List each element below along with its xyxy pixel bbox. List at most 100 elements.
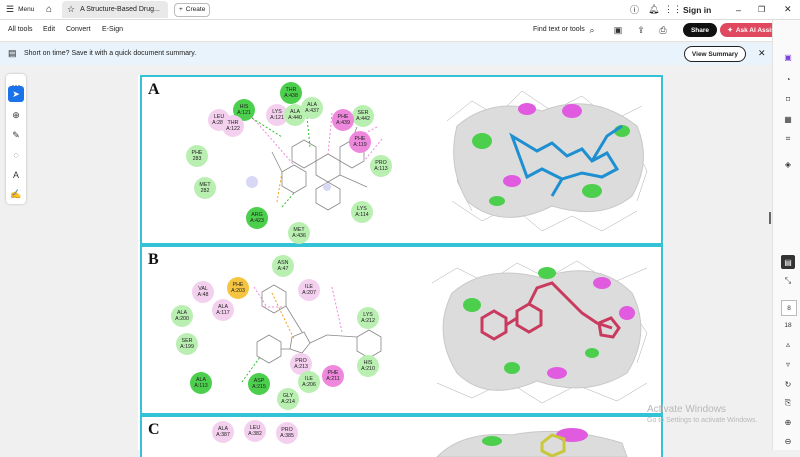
- residue-node: ALA A:387: [212, 421, 234, 443]
- ai-summary-icon[interactable]: ▣: [781, 50, 795, 64]
- summary-notice-bar: ▤ Short on time? Save it with a quick do…: [0, 43, 772, 65]
- home-icon[interactable]: ⌂: [46, 2, 52, 17]
- search-icon[interactable]: ⌕: [586, 24, 598, 36]
- residue-node: PHE A:211: [322, 365, 344, 387]
- residue-node: MET 282: [194, 177, 216, 199]
- activation-watermark: Activate Windows Go to Settings to activ…: [647, 404, 787, 434]
- residue-node: ARG A:423: [246, 207, 268, 229]
- panel-label: C: [148, 421, 160, 438]
- tab-strip: ☰ Menu ⌂ ☆ A Structure-Based Drug... + Cr…: [0, 0, 800, 20]
- panel-resize-handle[interactable]: [769, 212, 771, 224]
- share-button[interactable]: Share: [683, 23, 717, 37]
- residue-node: MET A:436: [288, 222, 310, 244]
- close-window-icon[interactable]: ✕: [784, 2, 792, 17]
- notice-text: Short on time? Save it with a quick docu…: [24, 50, 197, 57]
- residue-node: THR A:122: [222, 115, 244, 137]
- minimize-icon[interactable]: –: [736, 2, 741, 17]
- page-view-icon[interactable]: ▤: [781, 255, 795, 269]
- menu-esign[interactable]: E-Sign: [102, 26, 123, 33]
- binding-pocket-surface: [436, 428, 628, 457]
- pdf-page: A HIS A:121 THR A:438 LEU A:284 THR A:12…: [138, 75, 664, 457]
- document-tab[interactable]: ☆ A Structure-Based Drug...: [62, 1, 168, 18]
- residue-node: PHE A:203: [227, 277, 249, 299]
- residue-node: ALA A:117: [212, 299, 234, 321]
- tab-title: A Structure-Based Drug...: [80, 6, 160, 13]
- residue-node: SER A:442: [352, 105, 374, 127]
- create-label: Create: [185, 6, 206, 13]
- page-number-field[interactable]: 8: [781, 300, 797, 316]
- figure-panel-b: B ASN A:47 VAL A:48 PHE A:203 ILE A:207 …: [140, 245, 663, 415]
- scroll-up-icon[interactable]: ▵: [781, 337, 795, 351]
- bookmark-icon[interactable]: ⌑: [781, 92, 795, 106]
- residue-node: ALA A:200: [171, 305, 193, 327]
- apps-grid-icon[interactable]: ⋮⋮: [664, 2, 682, 17]
- residue-node: LYS A:114: [351, 201, 373, 223]
- page-total: 18: [784, 321, 792, 329]
- residue-node: GLY A:214: [277, 388, 299, 410]
- summary-icon: ▤: [8, 48, 17, 58]
- watermark-title: Activate Windows: [647, 404, 726, 415]
- panel-label: A: [148, 81, 160, 98]
- main-toolbar: All tools Edit Convert E-Sign Find text …: [0, 20, 800, 42]
- panel-label: B: [148, 251, 159, 268]
- select-cursor-icon[interactable]: ➤: [8, 86, 24, 102]
- scroll-down-icon[interactable]: ▿: [781, 357, 795, 371]
- sparkle-icon: ✦: [727, 27, 733, 34]
- bell-icon[interactable]: 🔔︎: [648, 2, 659, 17]
- residue-node: PHE A:439: [332, 109, 354, 131]
- layers-icon[interactable]: ◈: [781, 157, 795, 171]
- plus-icon: +: [179, 6, 183, 13]
- left-tool-palette: ⋯ ➤ ⊕ ✎ ◌ A ✍: [6, 74, 26, 204]
- save-icon[interactable]: ▣: [612, 24, 624, 36]
- residue-node: ALA A:437: [301, 97, 323, 119]
- residue-node: ILE A:207: [298, 279, 320, 301]
- attachments-icon[interactable]: ⌗: [781, 132, 795, 146]
- create-button[interactable]: + Create: [174, 2, 211, 17]
- figure-panel-a: A HIS A:121 THR A:438 LEU A:284 THR A:12…: [140, 75, 663, 245]
- zoom-comment-icon[interactable]: ⊕: [8, 107, 24, 123]
- menu-edit[interactable]: Edit: [43, 26, 55, 33]
- residue-node: SER A:199: [176, 333, 198, 355]
- figure-panel-c: C ALA A:387 LEU A:382 PRO A:385: [140, 415, 663, 457]
- comment-icon[interactable]: ◔: [781, 72, 795, 86]
- close-notice-icon[interactable]: ✕: [758, 48, 766, 59]
- thumbnails-icon[interactable]: ▦: [781, 112, 795, 126]
- hamburger-icon: ☰: [6, 4, 15, 14]
- residue-node: LEU A:382: [244, 420, 266, 442]
- residue-node: PHE A:119: [349, 131, 371, 153]
- text-box-icon[interactable]: A: [8, 167, 24, 183]
- star-icon[interactable]: ☆: [67, 4, 75, 15]
- help-icon[interactable]: ⓘ: [630, 2, 639, 17]
- menu-all-tools[interactable]: All tools: [8, 26, 33, 33]
- residue-node: VAL A:48: [192, 281, 214, 303]
- zoom-out-icon[interactable]: ⊖: [781, 434, 795, 448]
- residue-node: LYS A:212: [357, 307, 379, 329]
- residue-node: ASP A:215: [248, 373, 270, 395]
- residue-node: PRO A:113: [370, 155, 392, 177]
- residue-node: ILE A:206: [298, 371, 320, 393]
- watermark-subtitle: Go to Settings to activate Windows.: [647, 417, 758, 424]
- residue-node: THR A:438: [280, 82, 302, 104]
- print-icon[interactable]: ⎙: [657, 24, 669, 36]
- find-text-input[interactable]: Find text or tools: [533, 26, 585, 33]
- residue-node: HIS A:210: [357, 355, 379, 377]
- residue-node: ALA A:113: [190, 372, 212, 394]
- sign-in-link[interactable]: Sign in: [683, 2, 711, 17]
- right-rail: ▣ ◔ ⌑ ▦ ⌗ ◈ ▤ ⤡ 8 18 ▵ ▿ ↻ ⎘ ⊕ ⊖: [772, 20, 800, 450]
- menu-convert[interactable]: Convert: [66, 26, 91, 33]
- maximize-icon[interactable]: ❐: [758, 2, 765, 17]
- residue-node: ASN A:47: [272, 255, 294, 277]
- residue-node: PRO A:385: [276, 422, 298, 444]
- view-summary-button[interactable]: View Summary: [684, 46, 746, 62]
- rotate-icon[interactable]: ↻: [781, 377, 795, 391]
- fit-page-icon[interactable]: ⤡: [781, 274, 795, 288]
- menu-button[interactable]: ☰ Menu: [6, 2, 34, 17]
- binding-pocket-surface: [446, 90, 648, 232]
- upload-icon[interactable]: ⇪: [635, 24, 647, 36]
- signature-icon[interactable]: ✍: [8, 186, 24, 202]
- residue-node: PHE 283: [186, 145, 208, 167]
- binding-pocket-surface: [431, 260, 648, 404]
- menu-label: Menu: [18, 6, 35, 13]
- lasso-icon[interactable]: ◌: [8, 147, 24, 163]
- pen-icon[interactable]: ✎: [8, 127, 24, 143]
